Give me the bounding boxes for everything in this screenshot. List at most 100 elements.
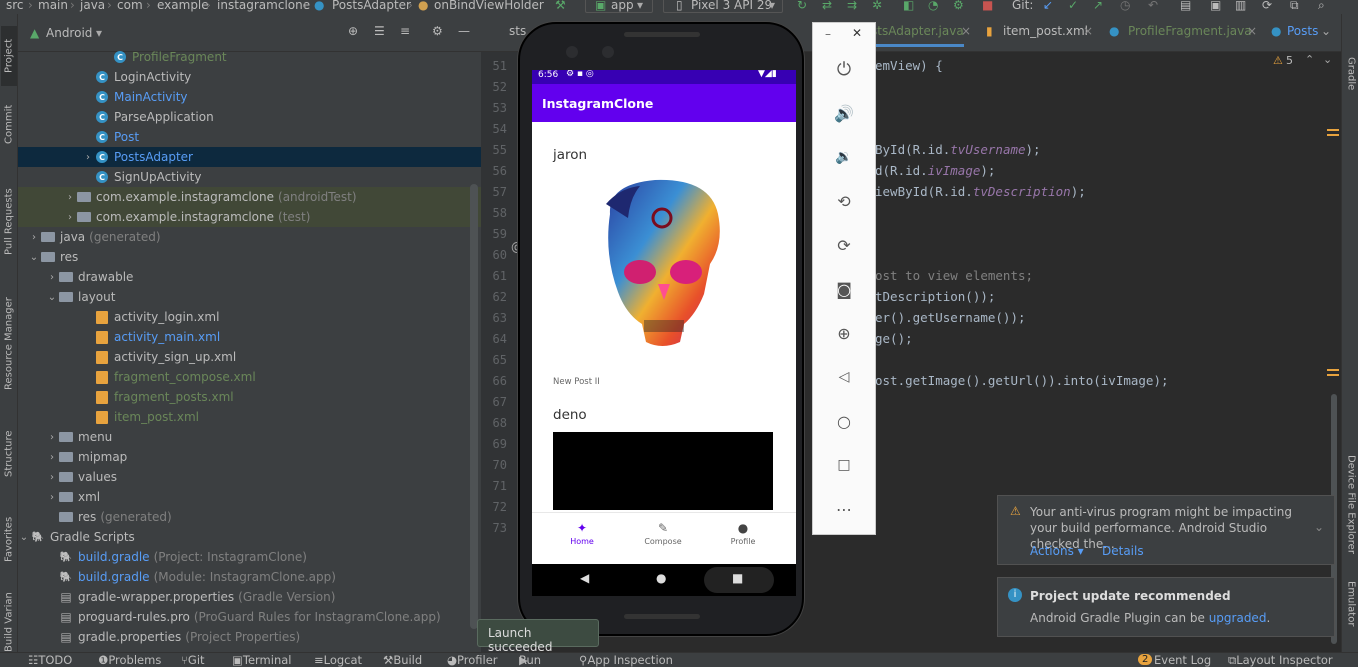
tree-scrollbar[interactable]	[470, 184, 478, 629]
tree-item[interactable]: activity_main.xml	[18, 327, 481, 347]
gear-icon[interactable]: ⚙	[432, 24, 443, 38]
tree-item[interactable]: item_post.xml	[18, 407, 481, 427]
project-view-select[interactable]: Android	[46, 26, 92, 40]
tree-item[interactable]: › drawable	[18, 267, 481, 287]
tree-item[interactable]: C ProfileFragment	[18, 47, 481, 67]
device-screen[interactable]: 6:56 ⚙ ▪ ◎ ▼◢▮ InstagramClone jaron New …	[532, 70, 796, 596]
expand-arrow-icon[interactable]: ⌄	[18, 532, 30, 543]
tab-device-file-explorer[interactable]: Device File Explorer	[1343, 444, 1358, 564]
locate-icon[interactable]: ⊕	[348, 24, 358, 38]
tab-gradle[interactable]: Gradle	[1343, 44, 1358, 104]
rerun-icon[interactable]: ↻	[797, 0, 807, 12]
zoom-icon[interactable]: ⊕	[813, 318, 875, 348]
breadcrumb-com[interactable]: com	[117, 0, 143, 12]
overview-icon[interactable]: □	[813, 450, 875, 480]
git-update-icon[interactable]: ↙	[1043, 0, 1053, 12]
tree-item[interactable]: fragment_compose.xml	[18, 367, 481, 387]
close-icon[interactable]: ✕	[852, 26, 862, 40]
home-icon[interactable]: ○	[813, 406, 875, 436]
tab-favorites[interactable]: Favorites	[1, 504, 17, 574]
tree-item[interactable]: 🐘 build.gradle (Module: InstagramClone.app…	[18, 567, 481, 587]
warning-icon[interactable]: ⚠	[1273, 54, 1283, 67]
tree-item[interactable]: C Post	[18, 127, 481, 147]
expand-all-icon[interactable]: ☰	[374, 24, 385, 38]
tree-item[interactable]: › menu	[18, 427, 481, 447]
breadcrumb-src[interactable]: src	[6, 0, 24, 12]
marker[interactable]	[1327, 369, 1339, 371]
profiler-tab[interactable]: ◕ Profiler	[447, 653, 498, 667]
avd-manager-icon[interactable]: ▥	[1235, 0, 1246, 12]
camera-icon[interactable]: ◙	[813, 274, 875, 304]
expand-arrow-icon[interactable]: ›	[46, 432, 58, 443]
tab-pull-requests[interactable]: Pull Requests	[1, 174, 17, 269]
rotate-left-icon[interactable]: ⟲	[813, 186, 875, 216]
marker[interactable]	[1327, 134, 1339, 136]
expand-arrow-icon[interactable]: ›	[46, 472, 58, 483]
tree-item[interactable]: C ParseApplication	[18, 107, 481, 127]
expand-arrow-icon[interactable]: ›	[46, 452, 58, 463]
tab-emulator[interactable]: Emulator	[1343, 574, 1358, 634]
upgraded-link[interactable]: upgraded	[1209, 611, 1267, 625]
tree-item[interactable]: activity_sign_up.xml	[18, 347, 481, 367]
tree-item[interactable]: C SignUpActivity	[18, 167, 481, 187]
power-icon[interactable]: ⏻	[813, 54, 875, 84]
tab-build-variants[interactable]: Build Variants	[1, 592, 17, 652]
apply-changes-icon[interactable]: ⇄	[822, 0, 832, 12]
expand-arrow-icon[interactable]: ›	[64, 212, 76, 223]
tree-item[interactable]: activity_login.xml	[18, 307, 481, 327]
collapse-all-icon[interactable]: ≡	[400, 24, 410, 38]
breadcrumb-example[interactable]: example	[157, 0, 209, 12]
git-tab[interactable]: ⑂ Git	[181, 653, 205, 667]
tab-resource-manager[interactable]: Resource Manager	[1, 284, 17, 404]
chevron-down-icon[interactable]: ⌄	[1314, 520, 1324, 534]
git-push-icon[interactable]: ↗	[1093, 0, 1103, 12]
breadcrumb-instagramclone[interactable]: instagramclone	[217, 0, 310, 12]
details-link[interactable]: Details	[1102, 544, 1144, 558]
post-image[interactable]	[600, 174, 726, 352]
todo-tab[interactable]: ☷ TODO	[28, 653, 72, 667]
tree-item[interactable]: › mipmap	[18, 447, 481, 467]
tree-item[interactable]: C LoginActivity	[18, 67, 481, 87]
expand-arrow-icon[interactable]: ⌄	[28, 252, 40, 263]
tree-item[interactable]: › values	[18, 467, 481, 487]
marker[interactable]	[1327, 129, 1339, 131]
app-inspection-tab[interactable]: ⚲ App Inspection	[579, 653, 673, 667]
tree-item[interactable]: ▤ proguard-rules.pro (ProGuard Rules for I…	[18, 607, 481, 627]
breadcrumb-method[interactable]: onBindViewHolder	[434, 0, 544, 12]
tree-item[interactable]: › com.example.instagramclone (androidTest)	[18, 187, 481, 207]
tree-item[interactable]: › java (generated)	[18, 227, 481, 247]
project-structure-icon[interactable]: ▤	[1180, 0, 1191, 12]
hammer-icon[interactable]: ⚒	[555, 0, 566, 12]
breadcrumb-main[interactable]: main	[38, 0, 68, 12]
history-icon[interactable]: ◷	[1120, 0, 1130, 12]
git-commit-icon[interactable]: ✓	[1068, 0, 1078, 12]
rollback-icon[interactable]: ↶	[1148, 0, 1158, 12]
tab-structure[interactable]: Structure	[1, 419, 17, 489]
antivirus-notification[interactable]: ⚠ Your anti-virus program might be impac…	[997, 495, 1335, 565]
attach-icon[interactable]: ⚙	[953, 0, 964, 12]
tree-item[interactable]: ▤ gradle.properties (Project Properties)	[18, 627, 481, 647]
search-icon[interactable]: ⌕	[1318, 0, 1325, 13]
post-image[interactable]	[553, 432, 773, 510]
rotate-right-icon[interactable]: ⟳	[813, 230, 875, 260]
minimize-icon[interactable]: –	[825, 27, 831, 41]
nav-compose[interactable]: ✎ Compose	[633, 521, 693, 546]
tree-item[interactable]: C MainActivity	[18, 87, 481, 107]
expand-arrow-icon[interactable]: ⌄	[46, 292, 58, 303]
actions-link[interactable]: Actions ▾	[1030, 544, 1084, 558]
tree-item[interactable]: › com.example.instagramclone (test)	[18, 207, 481, 227]
tree-item[interactable]: fragment_posts.xml	[18, 387, 481, 407]
tab-commit[interactable]: Commit	[1, 94, 17, 154]
expand-arrow-icon[interactable]: ›	[46, 492, 58, 503]
back-icon[interactable]: ◁	[813, 362, 875, 392]
tree-item[interactable]: ⌄ res	[18, 247, 481, 267]
expand-arrow-icon[interactable]: ›	[64, 192, 76, 203]
tree-item[interactable]: ⌄ 🐘 Gradle Scripts	[18, 527, 481, 547]
tree-item[interactable]: › xml	[18, 487, 481, 507]
debug-icon[interactable]: ✲	[872, 0, 882, 12]
sync-icon[interactable]: ⟳	[1262, 0, 1272, 12]
hide-icon[interactable]: —	[458, 24, 470, 38]
volume-down-icon[interactable]: 🔉	[813, 142, 875, 172]
layout-inspector-icon[interactable]: ⧉	[1290, 0, 1299, 13]
expand-arrow-icon[interactable]: ›	[46, 272, 58, 283]
